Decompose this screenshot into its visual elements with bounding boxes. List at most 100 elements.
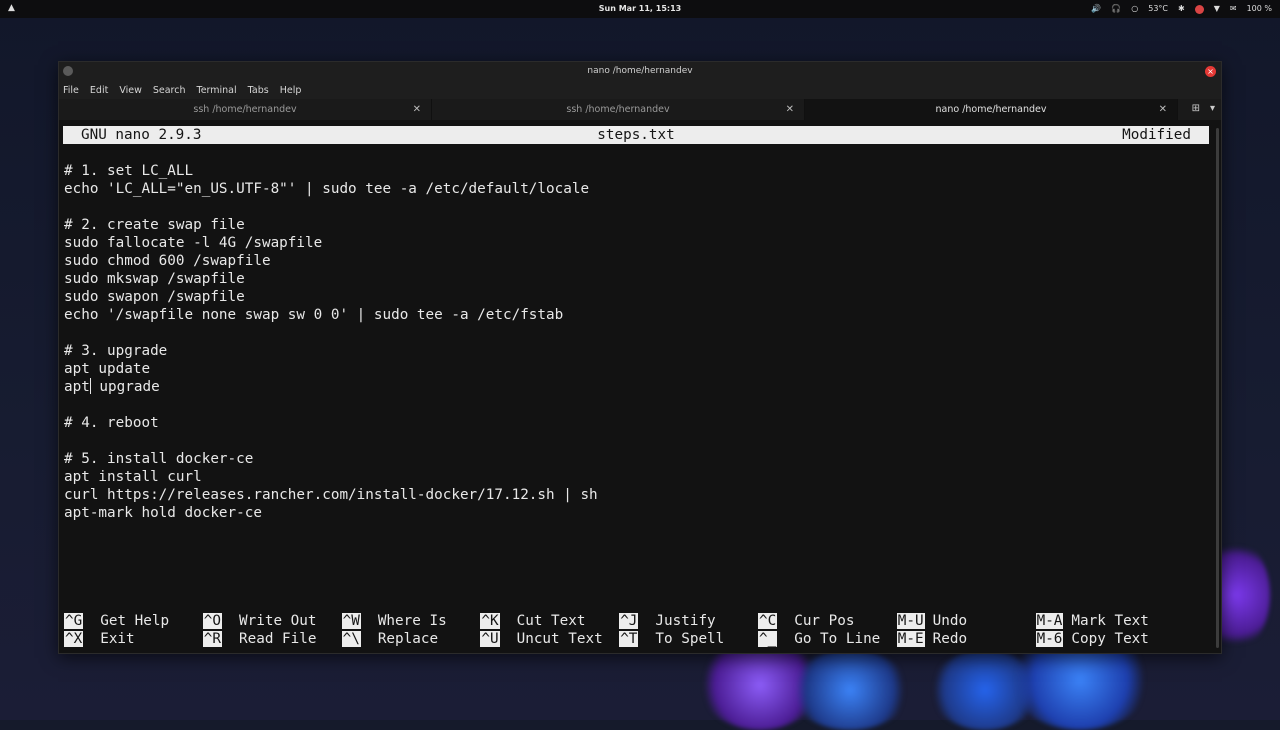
shortcut-key: ^_ bbox=[758, 631, 777, 647]
tab-label: nano /home/hernandev bbox=[936, 104, 1047, 115]
terminal-content[interactable]: GNU nano 2.9.3 steps.txt Modified # 1. s… bbox=[63, 126, 1209, 651]
wallpaper-shape bbox=[790, 650, 910, 730]
shortcut-justify[interactable]: ^J Justify bbox=[619, 612, 715, 630]
editor-line[interactable]: sudo swapon /swapfile bbox=[64, 288, 598, 306]
menu-terminal[interactable]: Terminal bbox=[197, 85, 237, 96]
record-indicator-icon[interactable] bbox=[1195, 5, 1204, 14]
shortcut-go-to-line[interactable]: ^_ Go To Line bbox=[758, 630, 880, 648]
shortcut-label: Uncut Text bbox=[517, 631, 603, 647]
shortcut-key: ^O bbox=[203, 613, 222, 629]
terminal-window: nano /home/hernandev × File Edit View Se… bbox=[58, 61, 1222, 654]
shortcut-key: ^G bbox=[64, 613, 83, 629]
volume-icon[interactable]: 🔊 bbox=[1091, 3, 1101, 15]
shortcut-read-file[interactable]: ^RRead File bbox=[203, 630, 317, 648]
tab-label: ssh /home/hernandev bbox=[566, 104, 669, 115]
shortcut-label: Get Help bbox=[100, 613, 169, 629]
shortcut-key: ^X bbox=[64, 631, 83, 647]
shortcut-where-is[interactable]: ^W Where Is bbox=[342, 612, 447, 630]
nano-shortcuts: ^G Get Help ^OWrite Out ^W Where Is ^KCut Tex… bbox=[63, 612, 1209, 648]
shortcut-label: Justify bbox=[655, 613, 715, 629]
editor-line[interactable] bbox=[64, 198, 598, 216]
shortcut-key: ^J bbox=[619, 613, 638, 629]
shortcut-label: Replace bbox=[378, 631, 438, 647]
menu-tabs[interactable]: Tabs bbox=[248, 85, 269, 96]
menu-search[interactable]: Search bbox=[153, 85, 186, 96]
editor-line[interactable] bbox=[64, 324, 598, 342]
tab-nano[interactable]: nano /home/hernandev ✕ bbox=[805, 99, 1178, 120]
close-icon[interactable]: ✕ bbox=[786, 99, 794, 120]
editor-line[interactable]: echo 'LC_ALL="en_US.UTF-8"' | sudo tee -… bbox=[64, 180, 598, 198]
window-close-button[interactable]: × bbox=[1205, 66, 1216, 77]
shortcut-key: M-U bbox=[897, 613, 925, 629]
terminal-scrollbar[interactable] bbox=[1216, 128, 1219, 648]
shortcut-label: Redo bbox=[933, 631, 967, 647]
editor-line[interactable]: curl https://releases.rancher.com/instal… bbox=[64, 486, 598, 504]
status-circle-icon[interactable]: ○ bbox=[1131, 3, 1138, 15]
shortcut-write-out[interactable]: ^OWrite Out bbox=[203, 612, 317, 630]
close-icon[interactable]: ✕ bbox=[413, 99, 421, 120]
shortcut-label: Where Is bbox=[378, 613, 447, 629]
tab-label: ssh /home/hernandev bbox=[193, 104, 296, 115]
shortcut-key: ^U bbox=[480, 631, 499, 647]
shortcut-key: ^\ bbox=[342, 631, 361, 647]
shortcut-label: Copy Text bbox=[1071, 631, 1148, 647]
shortcut-exit[interactable]: ^XExit bbox=[64, 630, 135, 648]
editor-line[interactable]: sudo chmod 600 /swapfile bbox=[64, 252, 598, 270]
temperature-label[interactable]: 53°C bbox=[1148, 3, 1168, 15]
menu-bar: File Edit View Search Terminal Tabs Help bbox=[59, 82, 1221, 99]
headphones-icon[interactable]: 🎧 bbox=[1111, 3, 1121, 15]
editor-line[interactable]: apt-mark hold docker-ce bbox=[64, 504, 598, 522]
menu-help[interactable]: Help bbox=[280, 85, 302, 96]
editor-line[interactable]: sudo fallocate -l 4G /swapfile bbox=[64, 234, 598, 252]
editor-line[interactable]: # 1. set LC_ALL bbox=[64, 162, 598, 180]
close-icon[interactable]: ✕ bbox=[1159, 99, 1167, 120]
menu-edit[interactable]: Edit bbox=[90, 85, 108, 96]
shortcut-label: Cur Pos bbox=[794, 613, 854, 629]
editor-line[interactable]: # 4. reboot bbox=[64, 414, 598, 432]
editor-line[interactable]: apt install curl bbox=[64, 468, 598, 486]
shortcut-cut-text[interactable]: ^KCut Text bbox=[480, 612, 585, 630]
editor-line[interactable]: echo '/swapfile none swap sw 0 0' | sudo… bbox=[64, 306, 598, 324]
tab-ssh-1[interactable]: ssh /home/hernandev ✕ bbox=[59, 99, 432, 120]
shortcut-key: ^T bbox=[619, 631, 638, 647]
shortcut-cur-pos[interactable]: ^C Cur Pos bbox=[758, 612, 854, 630]
shortcut-uncut-text[interactable]: ^U Uncut Text bbox=[480, 630, 602, 648]
shortcut-to-spell[interactable]: ^TTo Spell bbox=[619, 630, 724, 648]
editor-line[interactable] bbox=[64, 396, 598, 414]
editor-buffer[interactable]: # 1. set LC_ALLecho 'LC_ALL="en_US.UTF-8… bbox=[64, 162, 598, 522]
editor-line[interactable] bbox=[64, 432, 598, 450]
shortcut-key: M-6 bbox=[1036, 631, 1064, 647]
panel-clock[interactable]: Sun Mar 11, 15:13 bbox=[0, 4, 1280, 13]
shortcut-label: Cut Text bbox=[517, 613, 586, 629]
battery-label[interactable]: 100 % bbox=[1247, 3, 1272, 15]
editor-line[interactable]: sudo mkswap /swapfile bbox=[64, 270, 598, 288]
shortcut-mark-text[interactable]: M-AMark Text bbox=[1036, 612, 1149, 630]
shortcut-get-help[interactable]: ^G Get Help bbox=[64, 612, 169, 630]
shortcut-undo[interactable]: M-U Undo bbox=[897, 612, 967, 630]
menu-view[interactable]: View bbox=[119, 85, 142, 96]
chevron-down-icon[interactable]: ▾ bbox=[1210, 103, 1215, 114]
shortcut-copy-text[interactable]: M-6 Copy Text bbox=[1036, 630, 1149, 648]
wifi-icon[interactable]: ▼ bbox=[1214, 3, 1220, 15]
new-tab-icon[interactable]: ⊞ bbox=[1192, 103, 1200, 114]
editor-line[interactable]: # 3. upgrade bbox=[64, 342, 598, 360]
window-title: nano /home/hernandev bbox=[59, 66, 1221, 76]
menu-file[interactable]: File bbox=[63, 85, 79, 96]
editor-line[interactable]: apt upgrade bbox=[64, 378, 598, 396]
window-titlebar[interactable]: nano /home/hernandev × bbox=[59, 62, 1221, 82]
shortcut-replace[interactable]: ^\ Replace bbox=[342, 630, 438, 648]
editor-line[interactable]: # 2. create swap file bbox=[64, 216, 598, 234]
shortcut-key: ^W bbox=[342, 613, 361, 629]
shortcut-label: Go To Line bbox=[794, 631, 880, 647]
shortcut-label: Undo bbox=[933, 613, 967, 629]
nano-header: GNU nano 2.9.3 steps.txt Modified bbox=[63, 126, 1209, 144]
line-text-after-cursor: upgrade bbox=[91, 379, 160, 395]
shortcut-key: ^C bbox=[758, 613, 777, 629]
editor-line[interactable]: # 5. install docker-ce bbox=[64, 450, 598, 468]
shortcut-label: Read File bbox=[239, 631, 316, 647]
mail-icon[interactable]: ✉ bbox=[1230, 3, 1237, 15]
editor-line[interactable]: apt update bbox=[64, 360, 598, 378]
shortcut-redo[interactable]: M-ERedo bbox=[897, 630, 967, 648]
bluetooth-icon[interactable]: ✱ bbox=[1178, 3, 1185, 15]
tab-ssh-2[interactable]: ssh /home/hernandev ✕ bbox=[432, 99, 805, 120]
